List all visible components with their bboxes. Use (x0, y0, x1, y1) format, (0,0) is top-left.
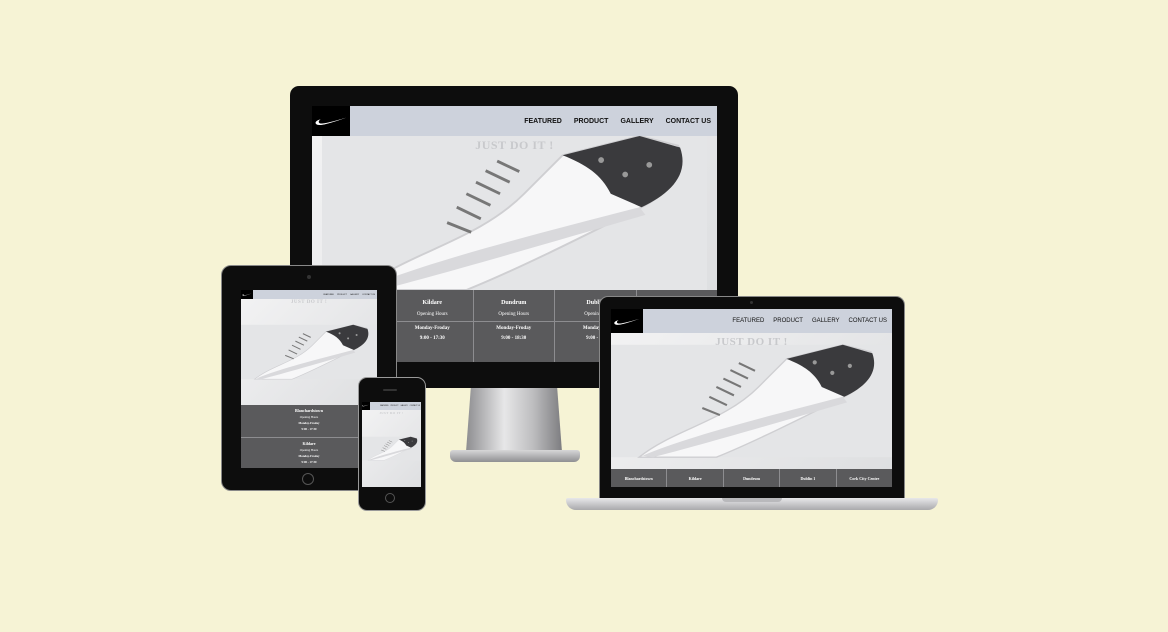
laptop-notch (722, 498, 782, 502)
nav-gallery[interactable]: GALLERY (400, 406, 407, 407)
phone: FEATURED PRODUCT GALLERY CONTACT US JUST… (358, 377, 426, 511)
nav-featured[interactable]: FEATURED (380, 406, 388, 407)
store-card: Cork City Centre (849, 476, 880, 481)
hero-title: JUST DO IT ! (715, 336, 788, 348)
nav-product[interactable]: PRODUCT (574, 118, 609, 125)
hero-section: JUST DO IT ! (362, 410, 421, 487)
nav-gallery[interactable]: GALLERY (812, 318, 840, 324)
swoosh-logo-icon (314, 114, 348, 128)
hero-section: JUST DO IT ! (611, 333, 892, 469)
laptop-screen: FEATURED PRODUCT GALLERY CONTACT US JUST… (611, 309, 892, 487)
nav-contact[interactable]: CONTACT US (666, 118, 711, 125)
logo[interactable] (611, 309, 643, 333)
navbar: FEATURED PRODUCT GALLERY CONTACT US (241, 290, 377, 299)
store-card: Kildare Opening Hours Monday-Froday 9:00… (298, 441, 320, 464)
phone-speaker (383, 389, 397, 391)
hero-section: JUST DO IT ! (241, 299, 377, 405)
nav-contact[interactable]: CONTACT US (849, 318, 887, 324)
stores-band: Blanchardstown Kildare Dundrum Dublin 1 … (611, 469, 892, 487)
sneaker-image (241, 299, 377, 405)
nav-product[interactable]: PRODUCT (773, 318, 803, 324)
phone-home-button[interactable] (385, 493, 395, 503)
store-card: Dublin 1 (780, 469, 837, 487)
store-card: Blanchardstown Opening Hours Monday-Frod… (241, 405, 377, 438)
hero-title: JUST DO IT ! (290, 300, 328, 305)
swoosh-logo-icon (613, 316, 641, 327)
laptop-camera (750, 301, 753, 304)
monitor-base (450, 450, 580, 462)
swoosh-logo-icon (242, 292, 252, 297)
phone-screen: FEATURED PRODUCT GALLERY CONTACT US JUST… (362, 402, 421, 487)
stores-stack: Blanchardstown Opening Hours Monday-Frod… (241, 405, 377, 468)
monitor-stand (466, 388, 562, 452)
logo[interactable] (312, 106, 350, 136)
swoosh-logo-icon (362, 404, 369, 407)
nav-gallery[interactable]: GALLERY (350, 294, 359, 296)
navbar: FEATURED PRODUCT GALLERY CONTACT US (362, 402, 421, 410)
tablet-camera (307, 275, 311, 279)
tablet-home-button[interactable] (302, 473, 314, 485)
nav-contact[interactable]: CONTACT US (362, 294, 375, 296)
store-card: Blanchardstown (611, 469, 668, 487)
nav-featured[interactable]: FEATURED (732, 318, 764, 324)
store-card: Dundrum Opening Hours Monday-Froday 9:00… (473, 290, 555, 362)
store-card: Dundrum (724, 469, 781, 487)
tablet-screen: FEATURED PRODUCT GALLERY CONTACT US JUST… (241, 290, 377, 468)
navbar: FEATURED PRODUCT GALLERY CONTACT US (312, 106, 717, 136)
nav-product[interactable]: PRODUCT (337, 294, 347, 296)
logo[interactable] (241, 290, 253, 299)
nav-featured[interactable]: FEATURED (323, 294, 334, 296)
sneaker-image (362, 410, 421, 487)
hero-title: JUST DO IT ! (475, 138, 554, 152)
store-card: Kildare (667, 469, 724, 487)
sneaker-image (611, 333, 892, 469)
nav-product[interactable]: PRODUCT (391, 406, 399, 407)
store-card: Kildare Opening Hours Monday-Froday 9:00… (392, 290, 474, 362)
laptop-lid: FEATURED PRODUCT GALLERY CONTACT US JUST… (599, 296, 905, 499)
nav-featured[interactable]: FEATURED (524, 118, 562, 125)
laptop-base (566, 498, 938, 510)
logo[interactable] (362, 402, 370, 410)
navbar: FEATURED PRODUCT GALLERY CONTACT US (611, 309, 892, 333)
nav-gallery[interactable]: GALLERY (620, 118, 653, 125)
nav-contact[interactable]: CONTACT US (410, 406, 420, 407)
hero-title: JUST DO IT ! (379, 411, 404, 415)
